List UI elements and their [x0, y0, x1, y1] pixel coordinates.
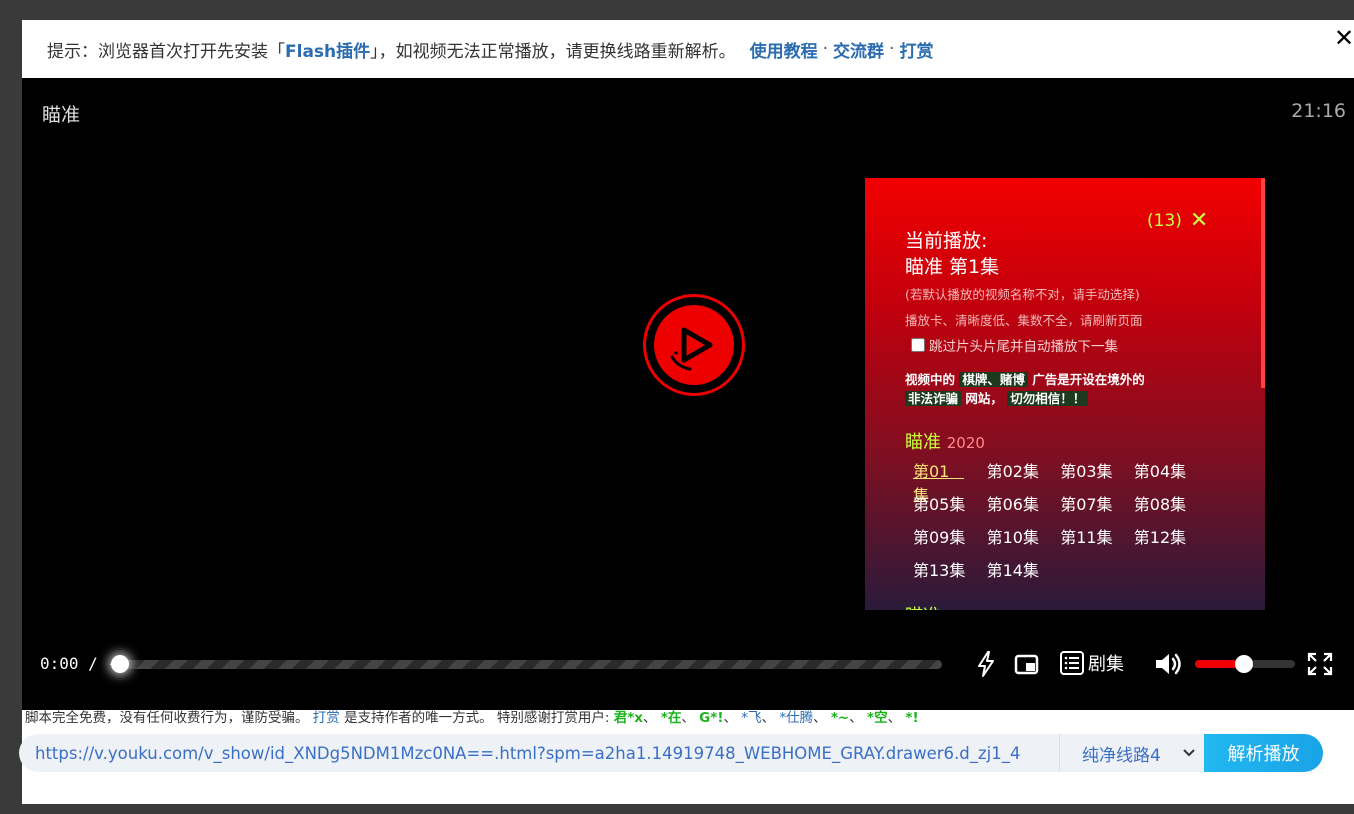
separator: 、 [761, 710, 776, 726]
skip-label: 跳过片头片尾并自动播放下一集 [929, 339, 1118, 355]
notice-bar: 提示：浏览器首次打开先安装「 Flash插件 」，如视频无法正常播放，请更换线路… [22, 20, 1354, 78]
show-name: 瞄准 [905, 432, 941, 453]
episode-item[interactable]: 第02集 [987, 458, 1061, 481]
donor-name: *仕腾 [779, 710, 814, 726]
episode-item[interactable]: 第10集 [987, 524, 1061, 547]
donor-name: *空 [867, 710, 888, 726]
donor-name: G*! [699, 710, 724, 726]
separator: 、 [813, 710, 827, 726]
countdown-text: (13) [1147, 211, 1182, 231]
url-bar: 纯净线路4 解析播放 [19, 734, 1323, 772]
line-select[interactable]: 纯净线路4 [1059, 734, 1204, 772]
episode-item[interactable]: 第05集 [913, 491, 987, 514]
warn-text: 视频中的 [905, 372, 956, 387]
separator: 、 [887, 710, 902, 726]
big-play-button[interactable] [643, 294, 745, 396]
separator: 、 [643, 710, 657, 726]
close-icon[interactable]: ✕ [1334, 24, 1354, 52]
episode-item[interactable]: 第07集 [1060, 491, 1134, 514]
skip-intro-checkbox[interactable]: 跳过片头片尾并自动播放下一集 [911, 335, 1118, 355]
video-player[interactable]: 瞄准 21:16 (13) ✕ 当前播放: 瞄准 第1集 (若默认播放的视频名称… [22, 78, 1354, 710]
countdown-close[interactable]: (13) ✕ [1147, 210, 1208, 232]
show-year: 2020 [946, 434, 985, 452]
current-playing-label: 当前播放: [905, 230, 988, 252]
clock: 21:16 [1291, 100, 1346, 122]
tutorial-link[interactable]: 使用教程 [750, 37, 818, 62]
tip-link[interactable]: 打赏 [313, 710, 340, 726]
warn-text: 广告是开设在境外的 [1032, 372, 1145, 387]
group-link[interactable]: 交流群 [833, 37, 884, 62]
episode-item[interactable]: 第09集 [913, 524, 987, 547]
scam-warning: 视频中的 棋牌、赌博 广告是开设在境外的 非法诈骗 网站， 切勿相信！！ [905, 370, 1195, 408]
notice-suffix: 」，如视频无法正常播放，请更换线路重新解析。 [370, 41, 736, 62]
episode-item[interactable]: 第11集 [1060, 524, 1134, 547]
episode-item[interactable]: 第06集 [987, 491, 1061, 514]
donor-name: 君*x [613, 710, 644, 726]
flash-plugin-text: Flash插件 [285, 41, 371, 62]
show-title: 瞄准 2019 [905, 602, 985, 610]
episode-item[interactable]: 第13集 [913, 557, 987, 580]
separator: 、 [681, 710, 695, 726]
pip-icon[interactable] [1013, 650, 1041, 682]
player-controls: 0:00 / - 剧集 [22, 638, 1354, 688]
warn-text: 网站， [965, 391, 1003, 406]
warn-tag: 棋牌、赌博 [959, 372, 1028, 387]
warn-tag: 切勿相信！！ [1007, 391, 1089, 406]
support-text: 是支持作者的唯一方式。 特别感谢打赏用户: [344, 710, 610, 726]
episodes-button[interactable]: 剧集 [1059, 650, 1124, 676]
show-name: 瞄准 [905, 606, 941, 610]
warn-tag: 非法诈骗 [905, 391, 962, 406]
free-text: 脚本完全免费，没有任何收费行为，谨防受骗。 [25, 710, 309, 726]
donor-name: *~ [830, 710, 850, 726]
episode-item[interactable]: 第08集 [1134, 491, 1208, 514]
donor-name: *在 [660, 710, 682, 726]
episode-item[interactable]: 第14集 [987, 557, 1061, 580]
show-title: 瞄准 2020 [905, 428, 985, 454]
episode-panel: (13) ✕ 当前播放: 瞄准 第1集 (若默认播放的视频名称不对，请手动选择)… [865, 178, 1265, 610]
close-icon: ✕ [1189, 208, 1209, 233]
episode-item[interactable]: 第03集 [1060, 458, 1134, 481]
hint-refresh: 播放卡、清晰度低、集数不全，请刷新页面 [905, 313, 1143, 328]
episode-item[interactable]: 第04集 [1134, 458, 1208, 481]
thanks-line: 脚本完全免费，没有任何收费行为，谨防受骗。 打赏 是支持作者的唯一方式。 特别感… [25, 706, 919, 726]
separator: 、 [849, 710, 863, 726]
video-title: 瞄准 [42, 104, 81, 126]
donor-name: *飞 [741, 710, 762, 726]
hint-wrong-name: (若默认播放的视频名称不对，请手动选择) [905, 287, 1140, 302]
skip-checkbox-input[interactable] [911, 338, 925, 352]
time-display: 0:00 / - [40, 654, 118, 673]
url-input[interactable] [19, 734, 1059, 772]
progress-bar[interactable] [117, 660, 942, 669]
list-icon [1060, 651, 1084, 675]
separator: 、 [723, 710, 737, 726]
volume-icon[interactable] [1153, 650, 1183, 682]
episodes-label: 剧集 [1088, 654, 1124, 675]
tip-link[interactable]: 打赏 [899, 37, 933, 62]
notice-prefix: 提示：浏览器首次打开先安装「 [47, 41, 285, 62]
line-select-value: 纯净线路4 [1082, 745, 1161, 766]
donor-name: *! [905, 710, 919, 726]
chevron-down-icon [1183, 749, 1195, 757]
current-playing-name: 瞄准 第1集 [905, 256, 1000, 278]
separator-dot: · [822, 39, 829, 59]
fullscreen-icon[interactable] [1307, 650, 1333, 682]
progress-knob[interactable] [111, 655, 129, 673]
lightning-icon[interactable] [974, 650, 998, 682]
episode-list: 第01集 第02集 第03集 第04集 第05集 第06集 第07集 第08集 … [913, 458, 1213, 580]
show-year: 2019 [947, 608, 985, 610]
separator-dot: · [889, 39, 895, 59]
play-icon [654, 305, 734, 385]
parse-play-button[interactable]: 解析播放 [1204, 734, 1323, 772]
panel-scrollbar[interactable] [1261, 178, 1265, 388]
volume-knob[interactable] [1235, 655, 1253, 673]
episode-item[interactable]: 第12集 [1134, 524, 1208, 547]
episode-item[interactable]: 第01集 [913, 458, 964, 505]
